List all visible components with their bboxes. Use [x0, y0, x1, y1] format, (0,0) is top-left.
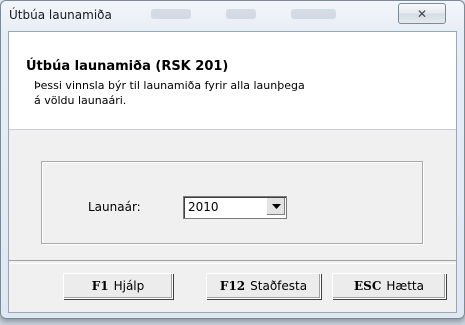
help-button[interactable]: F1 Hjálp: [63, 273, 173, 299]
cancel-button[interactable]: ESC Hætta: [332, 273, 446, 299]
chevron-down-icon: [271, 204, 281, 209]
close-button[interactable]: ✕: [398, 3, 446, 24]
dialog-body-panel: Launaár: 2010 F1 Hjálp F12 Staðfesta ESC…: [9, 130, 456, 312]
help-button-key: F1: [91, 279, 109, 293]
dialog-client-area: Útbúa launamiða (RSK 201) Þessi vinnsla …: [8, 31, 457, 313]
button-separator: [9, 260, 456, 264]
year-select-value: 2010: [188, 200, 219, 214]
close-icon: ✕: [416, 6, 428, 21]
dialog-description: Þessi vinnsla býr til launamiða fyrir al…: [34, 78, 414, 108]
year-groupbox: Launaár: 2010: [41, 161, 423, 244]
confirm-button-label: Staðfesta: [250, 279, 308, 293]
year-label: Launaár:: [88, 200, 141, 214]
dialog-header-panel: Útbúa launamiða (RSK 201) Þessi vinnsla …: [9, 32, 456, 130]
cancel-button-label: Hætta: [386, 279, 424, 293]
backdrop-ghost: [226, 9, 256, 19]
year-select[interactable]: 2010: [183, 196, 287, 219]
window-title: Útbúa launamiða: [9, 8, 112, 22]
confirm-button[interactable]: F12 Staðfesta: [206, 273, 321, 299]
cancel-button-key: ESC: [354, 279, 382, 293]
backdrop-ghost: [291, 9, 336, 19]
help-button-label: Hjálp: [113, 279, 145, 293]
description-line: á völdu launaári.: [34, 94, 127, 107]
backdrop-ghost: [151, 9, 191, 19]
year-dropdown-button[interactable]: [266, 198, 285, 215]
dialog-window: Útbúa launamiða ✕ Útbúa launamiða (RSK 2…: [0, 0, 465, 319]
description-line: Þessi vinnsla býr til launamiða fyrir al…: [34, 79, 305, 92]
confirm-button-key: F12: [219, 279, 246, 293]
dialog-heading: Útbúa launamiða (RSK 201): [26, 59, 229, 74]
title-bar[interactable]: Útbúa launamiða ✕: [1, 1, 464, 33]
